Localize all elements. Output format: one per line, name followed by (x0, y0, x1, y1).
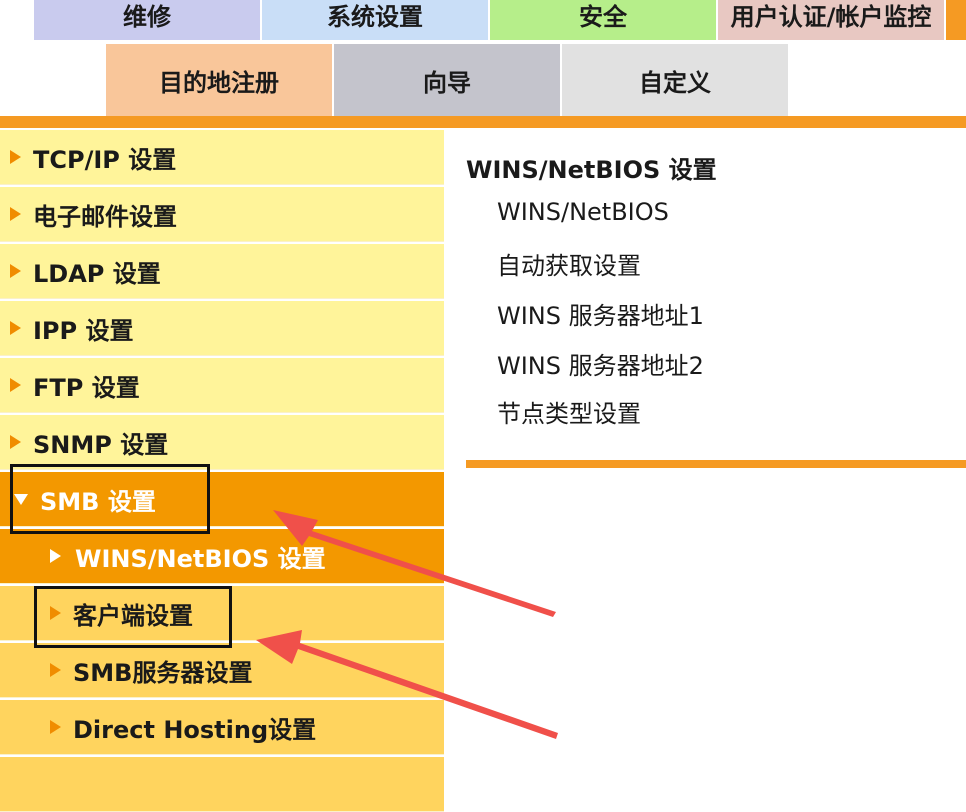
annotation-arrows (256, 510, 558, 739)
arrow-icon (273, 510, 556, 617)
arrow-icon (256, 630, 558, 739)
